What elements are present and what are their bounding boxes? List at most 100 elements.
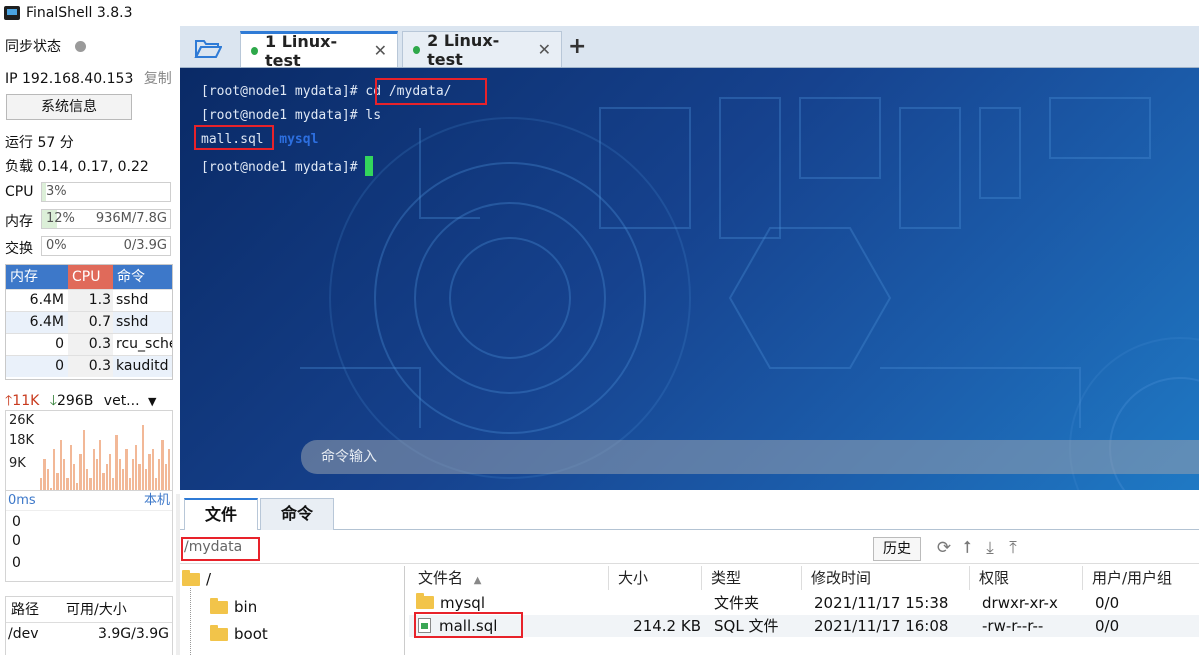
table-row[interactable]: mall.sql 214.2 KB SQL 文件 2021/11/17 16:0… [409, 615, 1199, 637]
terminal-background-pattern [300, 97, 1199, 490]
proc-col-cpu[interactable]: CPU [68, 265, 113, 289]
tab-session-1[interactable]: 1 Linux-test ✕ [240, 31, 398, 70]
ping-header: 0ms 本机 [6, 491, 172, 511]
file-list: 文件名 ▲ 大小 类型 修改时间 权限 用户/用户组 mysql 文件夹 202… [409, 566, 1199, 655]
tab-commands[interactable]: 命令 [260, 498, 334, 530]
file-name: mysql [440, 594, 485, 612]
cpu-label: CPU [5, 184, 34, 200]
tree-node-boot[interactable]: boot [210, 624, 268, 643]
col-owner[interactable]: 用户/用户组 [1083, 566, 1199, 590]
close-icon[interactable]: ✕ [538, 40, 551, 59]
ping-host[interactable]: 本机 [144, 491, 170, 510]
copy-ip-link[interactable]: 复制 [144, 71, 172, 87]
terminal[interactable]: [root@node1 mydata]# cd /mydata/ [root@n… [180, 68, 1199, 490]
cpu-value: 3% [46, 184, 67, 199]
sync-status-label: 同步状态 [5, 39, 61, 55]
proc-col-mem[interactable]: 内存 [6, 265, 68, 289]
col-perm[interactable]: 权限 [970, 566, 1083, 590]
proc-mem: 0 [55, 358, 64, 374]
connected-dot-icon [413, 45, 421, 54]
download-icon[interactable]: ⤓ [981, 537, 999, 559]
table-row[interactable]: 0 0.3 rcu_sche [6, 333, 172, 355]
file-owner: 0/0 [1095, 594, 1120, 612]
file-toolbar: ⟳ ⭡ ⤓ ⤒ [935, 537, 1022, 559]
close-icon[interactable]: ✕ [374, 41, 387, 60]
prompt: [root@node1 mydata]# [201, 84, 366, 99]
ls-dir: mysql [279, 132, 319, 147]
tab-label: 1 Linux-test [265, 31, 338, 70]
tree-node-label: boot [234, 625, 268, 643]
process-table: 内存 CPU 命令 6.4M 1.3 sshd 6.4M 0.7 sshd 0 0.3 rc… [5, 264, 173, 380]
tree-node-bin[interactable]: bin [210, 597, 257, 616]
folder-icon [416, 593, 434, 609]
col-size[interactable]: 大小 [609, 566, 702, 590]
add-tab-icon[interactable]: + [568, 34, 586, 59]
mem-detail: 936M/7.8G [95, 211, 167, 226]
path-bar: /mydata 历史 ⟳ ⭡ ⤓ ⤒ [180, 534, 1199, 564]
folder-open-icon [194, 40, 222, 58]
tab-files[interactable]: 文件 [184, 498, 258, 530]
table-row[interactable]: mysql 文件夹 2021/11/17 15:38 drwxr-xr-x 0/… [409, 592, 1199, 614]
tree-node-root[interactable]: / [182, 569, 211, 588]
ping-value: 0 [12, 533, 21, 549]
proc-cpu: 0.3 [68, 356, 113, 377]
sync-status: 同步状态 [5, 36, 87, 56]
proc-cmd: sshd [116, 292, 149, 308]
ip-address: IP 192.168.40.153 [5, 71, 134, 87]
network-interface-select[interactable]: vet... [104, 393, 140, 409]
ip-row: IP 192.168.40.153 复制 [5, 68, 172, 88]
command-input[interactable]: 命令输入 [301, 440, 1199, 474]
disk-col-path[interactable]: 路径 [6, 597, 61, 622]
ping-value: 0 [12, 514, 21, 530]
proc-cpu: 1.3 [68, 290, 113, 311]
proc-cmd: rcu_sche [116, 336, 172, 352]
table-row[interactable]: 6.4M 1.3 sshd [6, 289, 172, 311]
net-axis-label: 26K [9, 413, 35, 428]
history-button[interactable]: 历史 [873, 537, 921, 561]
file-mtime: 2021/11/17 16:08 [814, 617, 949, 635]
disk-table-header: 路径 可用/大小 [6, 597, 172, 623]
download-arrow-icon: 🡓 [49, 393, 58, 409]
chevron-down-icon[interactable]: ▼ [148, 395, 156, 408]
connected-dot-icon [251, 46, 259, 55]
table-row[interactable]: /dev 3.9G/3.9G [6, 623, 172, 645]
ping-ms: 0ms [8, 493, 36, 508]
folder-icon [210, 624, 228, 641]
col-filename[interactable]: 文件名 ▲ [409, 566, 609, 590]
parent-dir-icon[interactable]: ⭡ [958, 537, 976, 559]
proc-col-cmd[interactable]: 命令 [113, 265, 172, 289]
table-row[interactable]: 0 0.3 kauditd [6, 355, 172, 377]
swap-meter: 0% 0/3.9G [41, 236, 171, 256]
folder-icon [210, 597, 228, 614]
col-type[interactable]: 类型 [702, 566, 802, 590]
uptime: 运行 57 分 [5, 135, 74, 151]
bottom-tab-bar: 文件 命令 [180, 490, 1199, 530]
finalshell-window: FinalShell 3.8.3 同步状态 IP 192.168.40.153 … [0, 0, 1199, 655]
file-owner: 0/0 [1095, 617, 1120, 635]
disk-col-size[interactable]: 可用/大小 [61, 597, 127, 622]
tab-session-2[interactable]: 2 Linux-test ✕ [402, 30, 562, 69]
ping-panel: 0ms 本机 0 0 0 [5, 490, 173, 582]
prompt: [root@node1 mydata]# [201, 160, 366, 175]
highlight-box [375, 78, 487, 105]
file-size: 214.2 KB [633, 617, 701, 635]
col-label: 文件名 [418, 569, 464, 587]
col-mtime[interactable]: 修改时间 [802, 566, 970, 590]
command-text: ls [365, 108, 382, 123]
file-perm: -rw-r--r-- [982, 617, 1044, 635]
proc-cmd: kauditd [116, 358, 169, 374]
proc-cpu: 0.7 [68, 312, 113, 333]
refresh-icon[interactable]: ⟳ [935, 537, 953, 559]
system-info-button[interactable]: 系统信息 [6, 94, 132, 120]
session-tab-bar: 1 Linux-test ✕ 2 Linux-test ✕ + [180, 26, 1199, 70]
mem-meter: 12% 936M/7.8G [41, 209, 171, 229]
mem-value: 12% [46, 211, 75, 226]
proc-cpu: 0.3 [68, 334, 113, 355]
table-row[interactable]: 6.4M 0.7 sshd [6, 311, 172, 333]
app-icon [4, 6, 20, 20]
upload-icon[interactable]: ⤒ [1004, 537, 1022, 559]
tab-label: 2 Linux-test [427, 30, 500, 69]
open-folder-button[interactable] [180, 32, 236, 66]
ping-value: 0 [12, 555, 21, 571]
terminal-line: [root@node1 mydata]# [201, 156, 374, 176]
